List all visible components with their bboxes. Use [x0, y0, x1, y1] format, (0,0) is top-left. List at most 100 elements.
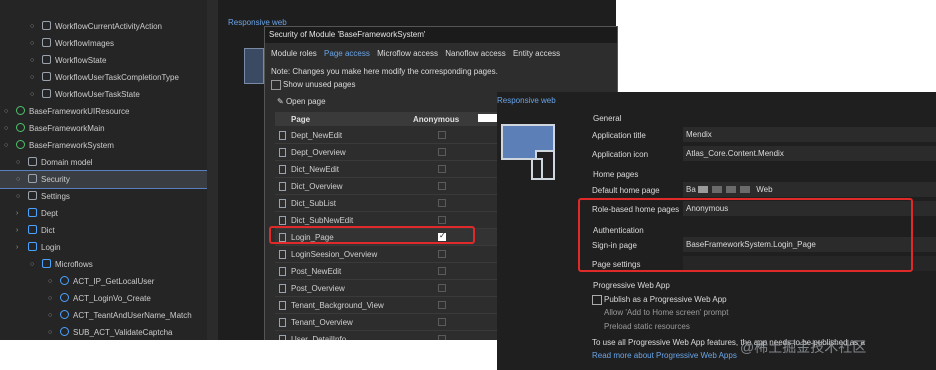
default-home-field[interactable]: Ba Web: [683, 182, 936, 197]
explorer-item[interactable]: ○ Settings: [0, 188, 218, 205]
responsive-web-tab[interactable]: Responsive web: [497, 96, 556, 105]
dialog-note: Note: Changes you make here modify the c…: [271, 67, 498, 76]
open-page-button[interactable]: ✎ Open page: [277, 97, 326, 106]
access-grid-header: Page Anonymous: [275, 112, 499, 126]
anonymous-access-checkbox[interactable]: [438, 250, 446, 258]
expand-chevron-icon[interactable]: ○: [48, 307, 52, 324]
key-icon: [28, 174, 37, 183]
dialog-title: Security of Module 'BaseFrameworkSystem': [265, 27, 617, 43]
explorer-item[interactable]: ○ BaseFrameworkUIResource: [0, 103, 218, 120]
page-icon: [279, 301, 286, 310]
explorer-item[interactable]: › Login: [0, 239, 218, 256]
anonymous-access-checkbox[interactable]: [438, 148, 446, 156]
explorer-item[interactable]: ○ Security: [0, 170, 219, 189]
explorer-item[interactable]: ○ ACT_IP_GetLocalUser: [0, 273, 218, 290]
expand-chevron-icon[interactable]: ○: [16, 154, 20, 171]
expand-chevron-icon[interactable]: ›: [16, 239, 18, 256]
access-row[interactable]: Dept_Overview: [275, 144, 499, 161]
expand-chevron-icon[interactable]: ○: [16, 188, 20, 205]
folder-icon: [28, 208, 37, 217]
tab-microflow-access[interactable]: Microflow access: [377, 49, 438, 58]
expand-chevron-icon[interactable]: ○: [30, 35, 34, 52]
explorer-item[interactable]: ○ WorkflowUserTaskCompletionType: [0, 69, 218, 86]
app-icon-field[interactable]: Atlas_Core.Content.Mendix: [683, 146, 936, 161]
page-icon: [279, 250, 286, 259]
explorer-item-label: WorkflowCurrentActivityAction: [55, 22, 162, 31]
pwa-publish-label: Publish as a Progressive Web App: [604, 295, 727, 304]
anonymous-access-checkbox[interactable]: [438, 165, 446, 173]
tab-module-roles[interactable]: Module roles: [271, 49, 317, 58]
pwa-preload-label: Preload static resources: [604, 322, 690, 331]
tab-page-access[interactable]: Page access: [324, 49, 370, 58]
explorer-item[interactable]: ○ WorkflowState: [0, 52, 218, 69]
anonymous-access-checkbox[interactable]: [438, 318, 446, 326]
explorer-item[interactable]: ○ BaseFrameworkMain: [0, 120, 218, 137]
expand-chevron-icon[interactable]: ○: [48, 273, 52, 290]
redaction: [726, 186, 737, 194]
anonymous-access-checkbox[interactable]: [438, 216, 446, 224]
explorer-item[interactable]: › Dept: [0, 205, 218, 222]
expand-chevron-icon[interactable]: ○: [30, 52, 34, 69]
anonymous-access-checkbox[interactable]: [438, 182, 446, 190]
file-icon: [42, 38, 51, 47]
show-unused-checkbox[interactable]: Show unused pages: [271, 80, 356, 90]
access-row[interactable]: Post_NewEdit: [275, 263, 499, 280]
explorer-item[interactable]: ○ WorkflowUserTaskState: [0, 86, 218, 103]
file-icon: [42, 21, 51, 30]
page-name: Dict_NewEdit: [291, 165, 340, 174]
access-row[interactable]: Dict_NewEdit: [275, 161, 499, 178]
expand-chevron-icon[interactable]: ○: [30, 18, 34, 35]
anonymous-access-checkbox[interactable]: [438, 301, 446, 309]
expand-chevron-icon[interactable]: ○: [4, 120, 8, 137]
explorer-item[interactable]: ○ Microflows: [0, 256, 218, 273]
explorer-item[interactable]: ○ WorkflowImages: [0, 35, 218, 52]
expand-chevron-icon[interactable]: ○: [30, 256, 34, 273]
explorer-item[interactable]: ○ ACT_TeantAndUserName_Match: [0, 307, 218, 324]
expand-chevron-icon[interactable]: ○: [16, 171, 20, 188]
page-name: Post_Overview: [291, 284, 345, 293]
tab-nanoflow-access[interactable]: Nanoflow access: [445, 49, 505, 58]
checkbox-icon[interactable]: [271, 80, 281, 90]
expand-chevron-icon[interactable]: ○: [48, 324, 52, 341]
explorer-scrollbar[interactable]: [207, 0, 218, 340]
expand-chevron-icon[interactable]: ○: [48, 290, 52, 307]
explorer-item[interactable]: › Dict: [0, 222, 218, 239]
page-name: Tenant_Background_View: [291, 301, 384, 310]
access-row[interactable]: Tenant_Overview: [275, 314, 499, 331]
explorer-item[interactable]: ○ ACT_LoginVo_Create: [0, 290, 218, 307]
tab-entity-access[interactable]: Entity access: [513, 49, 560, 58]
pwa-publish-checkbox[interactable]: [592, 295, 602, 305]
pwa-section: Progressive Web App: [593, 281, 670, 290]
explorer-item[interactable]: ○ BaseFrameworkSystem: [0, 137, 218, 154]
expand-chevron-icon[interactable]: ○: [4, 103, 8, 120]
page-name: Dept_NewEdit: [291, 131, 343, 140]
pwa-read-more-link[interactable]: Read more about Progressive Web Apps: [592, 351, 737, 360]
explorer-item[interactable]: ○ WorkflowCurrentActivityAction: [0, 18, 218, 35]
anonymous-access-checkbox[interactable]: [438, 284, 446, 292]
flow-icon: [60, 327, 69, 336]
access-row[interactable]: LoginSeesion_Overview: [275, 246, 499, 263]
domain-icon: [28, 157, 37, 166]
explorer-item[interactable]: ○ SUB_ACT_ValidateCaptcha: [0, 324, 218, 341]
app-title-field[interactable]: Mendix: [683, 127, 936, 142]
file-icon: [42, 72, 51, 81]
column-anonymous-header: Anonymous: [413, 115, 460, 124]
anonymous-access-checkbox[interactable]: [438, 199, 446, 207]
explorer-item-label: Domain model: [41, 158, 93, 167]
access-row[interactable]: Post_Overview: [275, 280, 499, 297]
expand-chevron-icon[interactable]: ○: [30, 69, 34, 86]
access-row[interactable]: Dict_Overview: [275, 178, 499, 195]
access-row[interactable]: Dept_NewEdit: [275, 127, 499, 144]
anonymous-access-checkbox[interactable]: [438, 131, 446, 139]
explorer-item[interactable]: ○ Domain model: [0, 154, 218, 171]
access-row[interactable]: Tenant_Background_View: [275, 297, 499, 314]
expand-chevron-icon[interactable]: ›: [16, 222, 18, 239]
expand-chevron-icon[interactable]: ›: [16, 205, 18, 222]
access-row[interactable]: Dict_SubList: [275, 195, 499, 212]
redaction: [740, 186, 751, 194]
expand-chevron-icon[interactable]: ○: [4, 137, 8, 154]
app-icon-label: Application icon: [592, 150, 649, 159]
anonymous-access-checkbox[interactable]: [438, 267, 446, 275]
page-icon: [279, 148, 286, 157]
expand-chevron-icon[interactable]: ○: [30, 86, 34, 103]
